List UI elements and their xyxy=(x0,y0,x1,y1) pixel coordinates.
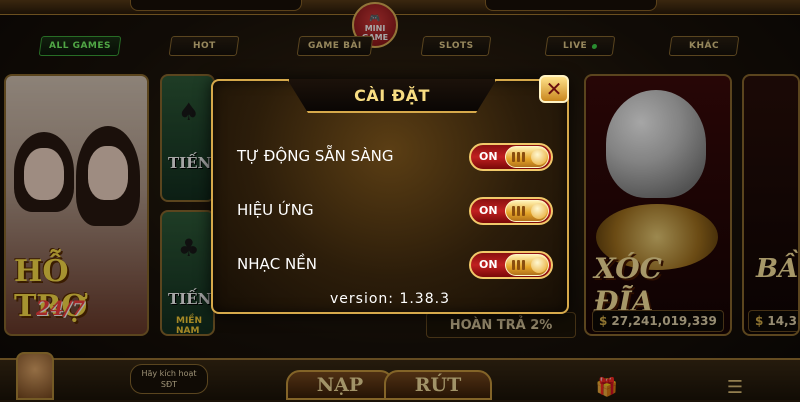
knob-ball xyxy=(531,203,547,219)
version-label: version: 1.38.3 xyxy=(330,291,450,307)
close-button[interactable]: ✕ xyxy=(539,75,569,103)
setting-label: HIỆU ỨNG xyxy=(237,201,314,219)
effects-toggle[interactable]: ON xyxy=(469,197,553,225)
knob-grip xyxy=(512,152,515,162)
knob-grip xyxy=(517,260,520,270)
dialog-header: CÀI ĐẶT xyxy=(287,79,497,113)
knob-grip xyxy=(522,152,525,162)
knob-ball xyxy=(531,257,547,273)
knob-ball xyxy=(531,149,547,165)
toggle-state: ON xyxy=(479,150,498,163)
setting-row-music: NHẠC NỀN ON xyxy=(237,251,557,281)
knob-grip xyxy=(517,206,520,216)
close-icon: ✕ xyxy=(545,77,563,101)
knob-grip xyxy=(522,260,525,270)
setting-label: NHẠC NỀN xyxy=(237,255,317,273)
toggle-knob xyxy=(505,200,549,222)
setting-row-auto-ready: TỰ ĐỘNG SẴN SÀNG ON xyxy=(237,143,557,173)
music-toggle[interactable]: ON xyxy=(469,251,553,279)
dialog-title: CÀI ĐẶT xyxy=(354,85,430,105)
setting-row-effects: HIỆU ỨNG ON xyxy=(237,197,557,227)
toggle-knob xyxy=(505,146,549,168)
toggle-knob xyxy=(505,254,549,276)
settings-dialog: CÀI ĐẶT ✕ TỰ ĐỘNG SẴN SÀNG ON HIỆU ỨNG O… xyxy=(211,75,569,314)
knob-grip xyxy=(517,152,520,162)
knob-grip xyxy=(512,260,515,270)
setting-label: TỰ ĐỘNG SẴN SÀNG xyxy=(237,147,394,165)
knob-grip xyxy=(512,206,515,216)
auto-ready-toggle[interactable]: ON xyxy=(469,143,553,171)
toggle-state: ON xyxy=(479,204,498,217)
toggle-state: ON xyxy=(479,258,498,271)
knob-grip xyxy=(522,206,525,216)
